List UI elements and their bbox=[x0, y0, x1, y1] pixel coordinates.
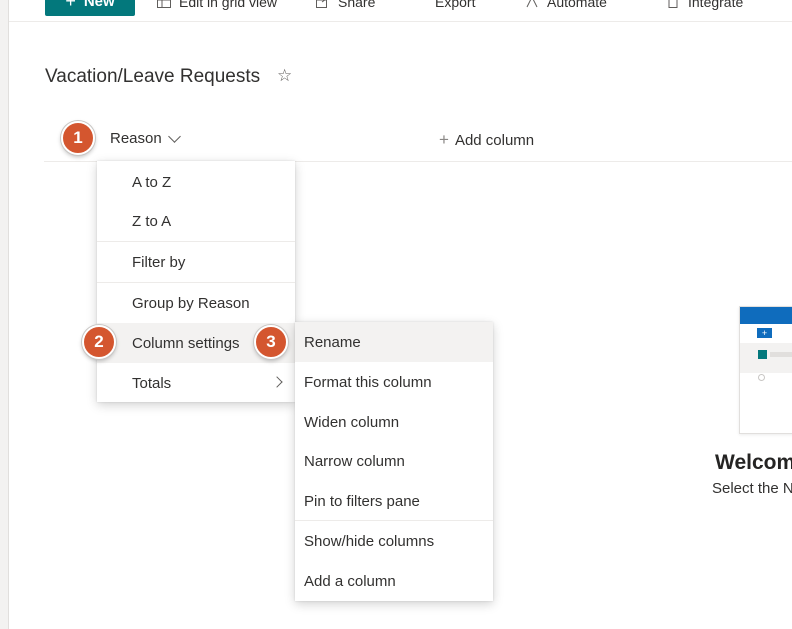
edit-grid-view-button[interactable]: Edit in grid view bbox=[157, 0, 277, 12]
step-badge-1: 1 bbox=[61, 121, 95, 155]
menu-item-pin-to-filters[interactable]: Pin to filters pane bbox=[295, 481, 493, 521]
menu-item-label: Format this column bbox=[304, 373, 432, 391]
integrate-icon bbox=[668, 0, 678, 8]
menu-item-label: Totals bbox=[132, 374, 172, 392]
menu-item-narrow-column[interactable]: Narrow column bbox=[295, 441, 493, 481]
new-button[interactable]: + New bbox=[45, 0, 135, 16]
share-label: Share bbox=[338, 0, 376, 10]
reason-column-label: Reason bbox=[110, 130, 162, 147]
illustration-header bbox=[740, 307, 792, 324]
chevron-down-icon bbox=[167, 129, 181, 143]
reason-column-header[interactable]: Reason bbox=[110, 129, 181, 147]
left-rail bbox=[0, 0, 9, 629]
export-button[interactable]: Export bbox=[413, 0, 475, 12]
menu-item-rename[interactable]: Rename bbox=[295, 322, 493, 362]
illustration-dot bbox=[758, 350, 767, 359]
menu-item-label: Pin to filters pane bbox=[304, 492, 420, 510]
menu-item-label: A to Z bbox=[132, 173, 172, 191]
menu-item-label: Widen column bbox=[304, 413, 400, 431]
star-icon[interactable]: ☆ bbox=[277, 66, 292, 86]
menu-item-format-column[interactable]: Format this column bbox=[295, 362, 493, 402]
menu-item-a-to-z[interactable]: A to Z bbox=[97, 162, 295, 202]
chevron-right-icon bbox=[271, 376, 283, 388]
illustration-line bbox=[770, 352, 792, 357]
page-title: Vacation/Leave Requests bbox=[45, 66, 261, 87]
new-button-label: New bbox=[83, 0, 115, 10]
automate-button[interactable]: Automate bbox=[525, 0, 607, 12]
menu-item-z-to-a[interactable]: Z to A bbox=[97, 201, 295, 241]
column-header-row: Reason + Add column bbox=[44, 118, 792, 162]
edit-grid-view-label: Edit in grid view bbox=[179, 0, 278, 10]
menu-item-label: Narrow column bbox=[304, 452, 405, 470]
export-icon bbox=[413, 0, 427, 8]
automate-label: Automate bbox=[547, 0, 607, 10]
menu-item-widen-column[interactable]: Widen column bbox=[295, 402, 493, 442]
menu-item-label: Column settings bbox=[132, 334, 240, 352]
menu-item-group-by[interactable]: Group by Reason bbox=[97, 283, 295, 323]
welcome-illustration: + bbox=[739, 306, 792, 434]
menu-item-label: Rename bbox=[304, 333, 361, 351]
add-column-button[interactable]: + Add column bbox=[439, 130, 534, 150]
menu-item-label: Group by Reason bbox=[132, 294, 250, 312]
menu-item-label: Show/hide columns bbox=[304, 532, 435, 550]
step-badge-2: 2 bbox=[82, 325, 116, 359]
share-icon bbox=[316, 0, 330, 8]
illustration-plus-icon: + bbox=[757, 328, 772, 338]
menu-item-add-a-column[interactable]: Add a column bbox=[295, 561, 493, 601]
menu-item-filter-by[interactable]: Filter by bbox=[97, 242, 295, 282]
welcome-subtitle: Select the N bbox=[712, 480, 792, 497]
column-header-menu: A to Z Z to A Filter by Group by Reason … bbox=[97, 161, 295, 402]
menu-item-totals[interactable]: Totals bbox=[97, 363, 295, 403]
step-badge-3: 3 bbox=[254, 325, 288, 359]
export-label: Export bbox=[435, 0, 476, 10]
integrate-button[interactable]: Integrate bbox=[666, 0, 743, 12]
integrate-label: Integrate bbox=[688, 0, 744, 10]
illustration-circle bbox=[758, 374, 765, 381]
share-button[interactable]: Share bbox=[316, 0, 375, 12]
grid-icon bbox=[157, 0, 171, 8]
automate-icon bbox=[526, 0, 538, 8]
column-settings-submenu: Rename Format this column Widen column N… bbox=[295, 322, 493, 601]
command-bar: + New Edit in grid view Share Export Aut… bbox=[9, 0, 792, 22]
menu-item-label: Z to A bbox=[132, 212, 172, 230]
plus-icon: + bbox=[439, 130, 449, 149]
add-column-label: Add column bbox=[454, 131, 535, 149]
menu-item-label: Add a column bbox=[304, 572, 396, 590]
plus-icon: + bbox=[65, 0, 76, 11]
menu-item-show-hide-columns[interactable]: Show/hide columns bbox=[295, 521, 493, 561]
menu-item-label: Filter by bbox=[132, 253, 186, 271]
welcome-title: Welcome bbox=[715, 451, 792, 474]
